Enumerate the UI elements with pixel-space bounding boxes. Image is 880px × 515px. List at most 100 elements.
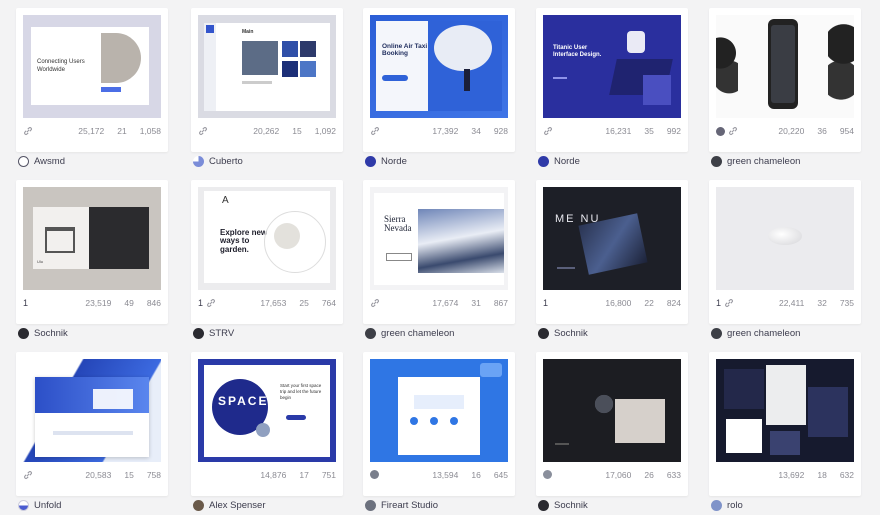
- thumb-label: Ulu: [37, 259, 44, 264]
- shot-author[interactable]: green chameleon: [365, 328, 454, 339]
- shot-thumbnail[interactable]: Sierra Nevada: [370, 187, 508, 290]
- author-name[interactable]: Awsmd: [34, 156, 65, 167]
- thumb-title: ME NU: [555, 213, 601, 225]
- author-name[interactable]: Norde: [381, 156, 407, 167]
- author-name[interactable]: Unfold: [34, 500, 61, 511]
- views-count: 16,231: [605, 126, 632, 136]
- shot-author[interactable]: Sochnik: [18, 328, 68, 339]
- shot-stats: 1 22,411 32 735: [716, 298, 854, 312]
- author-name[interactable]: Fireart Studio: [381, 500, 438, 511]
- comments-count: 35: [644, 126, 654, 136]
- thumb-subtitle: Worldwide: [37, 67, 65, 73]
- shot-frame: 20,220 36 954: [709, 8, 861, 152]
- comments-count: 31: [471, 298, 481, 308]
- shot-author[interactable]: Alex Spenser: [193, 500, 266, 511]
- shot-thumbnail[interactable]: SPACE Start your first space trip and le…: [198, 359, 336, 462]
- shot-thumbnail[interactable]: [370, 359, 508, 462]
- shot-thumbnail[interactable]: Titanic User Interface Design.: [543, 15, 681, 118]
- author-avatar: [193, 500, 204, 511]
- author-avatar: [538, 500, 549, 511]
- shot-thumbnail[interactable]: Online Air Taxi Booking: [370, 15, 508, 118]
- shot-thumbnail[interactable]: A Explore new ways to garden.: [198, 187, 336, 290]
- shot-author[interactable]: Fireart Studio: [365, 500, 438, 511]
- views-count: 16,800: [605, 298, 632, 308]
- shot-author[interactable]: Awsmd: [18, 156, 65, 167]
- author-name[interactable]: rolo: [727, 500, 743, 511]
- shot-stats: 20,583 15 758: [23, 470, 161, 484]
- shot-author[interactable]: Norde: [365, 156, 407, 167]
- shot-thumbnail[interactable]: ME NU: [543, 187, 681, 290]
- shot-stats: 25,172 21 1,058: [23, 126, 161, 140]
- author-name[interactable]: Sochnik: [34, 328, 68, 339]
- author-name[interactable]: STRV: [209, 328, 234, 339]
- shot-frame: 13,594 16 645: [363, 352, 515, 496]
- views-count: 17,060: [605, 470, 632, 480]
- shot-stats: 1 16,800 22 824: [543, 298, 681, 312]
- author-name[interactable]: green chameleon: [727, 156, 800, 167]
- link-icon: [207, 299, 215, 307]
- thumb-title: Connecting Users: [37, 59, 85, 65]
- author-avatar: [18, 156, 29, 167]
- comments-count: 49: [124, 298, 134, 308]
- shot-stats: 14,876 17 751: [198, 470, 336, 484]
- shot-thumbnail[interactable]: Connecting Users Worldwide: [23, 15, 161, 118]
- shot-thumbnail[interactable]: [716, 187, 854, 290]
- views-count: 13,594: [432, 470, 459, 480]
- shot-stats: 17,392 34 928: [370, 126, 508, 140]
- link-icon: [544, 127, 552, 135]
- author-name[interactable]: green chameleon: [381, 328, 454, 339]
- thumb-title: Online Air Taxi Booking: [382, 43, 428, 58]
- shot-thumbnail[interactable]: [23, 359, 161, 462]
- likes-count: 751: [321, 470, 336, 480]
- likes-count: 735: [839, 298, 854, 308]
- shot-author[interactable]: green chameleon: [711, 156, 800, 167]
- author-name[interactable]: Sochnik: [554, 500, 588, 511]
- shot-stats: 20,220 36 954: [716, 126, 854, 140]
- comments-count: 17: [299, 470, 309, 480]
- shot-frame: Sierra Nevada 17,674 31 867: [363, 180, 515, 324]
- author-name[interactable]: Sochnik: [554, 328, 588, 339]
- author-avatar: [18, 500, 29, 511]
- shot-author[interactable]: Cuberto: [193, 156, 243, 167]
- author-avatar: [538, 156, 549, 167]
- shot-prefix: 1: [543, 298, 549, 308]
- author-name[interactable]: green chameleon: [727, 328, 800, 339]
- shot-stats: 1 17,653 25 764: [198, 298, 336, 312]
- shot-thumbnail[interactable]: [716, 15, 854, 118]
- thumb-title: Titanic User Interface Design.: [553, 45, 602, 59]
- shot-stats: 13,692 18 632: [716, 470, 854, 484]
- link-icon: [24, 127, 32, 135]
- views-count: 20,220: [778, 126, 805, 136]
- shot-author[interactable]: rolo: [711, 500, 743, 511]
- shot-author[interactable]: Sochnik: [538, 328, 588, 339]
- team-badge: [543, 470, 552, 479]
- views-count: 22,411: [778, 298, 805, 308]
- likes-count: 1,092: [314, 126, 336, 136]
- shot-thumbnail[interactable]: Ulu: [23, 187, 161, 290]
- views-count: 17,392: [432, 126, 459, 136]
- shot-author[interactable]: Unfold: [18, 500, 61, 511]
- shot-thumbnail[interactable]: [543, 359, 681, 462]
- author-name[interactable]: Cuberto: [209, 156, 243, 167]
- shot-author[interactable]: Sochnik: [538, 500, 588, 511]
- shot-frame: 17,060 26 633: [536, 352, 688, 496]
- shot-author[interactable]: green chameleon: [711, 328, 800, 339]
- comments-count: 26: [644, 470, 654, 480]
- shot-author[interactable]: STRV: [193, 328, 234, 339]
- views-count: 17,674: [432, 298, 459, 308]
- link-icon: [24, 471, 32, 479]
- link-icon: [199, 127, 207, 135]
- author-name[interactable]: Norde: [554, 156, 580, 167]
- link-icon: [729, 127, 737, 135]
- shot-thumbnail[interactable]: [716, 359, 854, 462]
- shot-author[interactable]: Norde: [538, 156, 580, 167]
- views-count: 23,519: [85, 298, 112, 308]
- shot-stats: 1 23,519 49 846: [23, 298, 161, 312]
- author-name[interactable]: Alex Spenser: [209, 500, 266, 511]
- likes-count: 632: [839, 470, 854, 480]
- comments-count: 15: [124, 470, 134, 480]
- shot-thumbnail[interactable]: Main: [198, 15, 336, 118]
- views-count: 25,172: [78, 126, 105, 136]
- shot-frame: A Explore new ways to garden. 1 17,653 25…: [191, 180, 343, 324]
- views-count: 13,692: [778, 470, 805, 480]
